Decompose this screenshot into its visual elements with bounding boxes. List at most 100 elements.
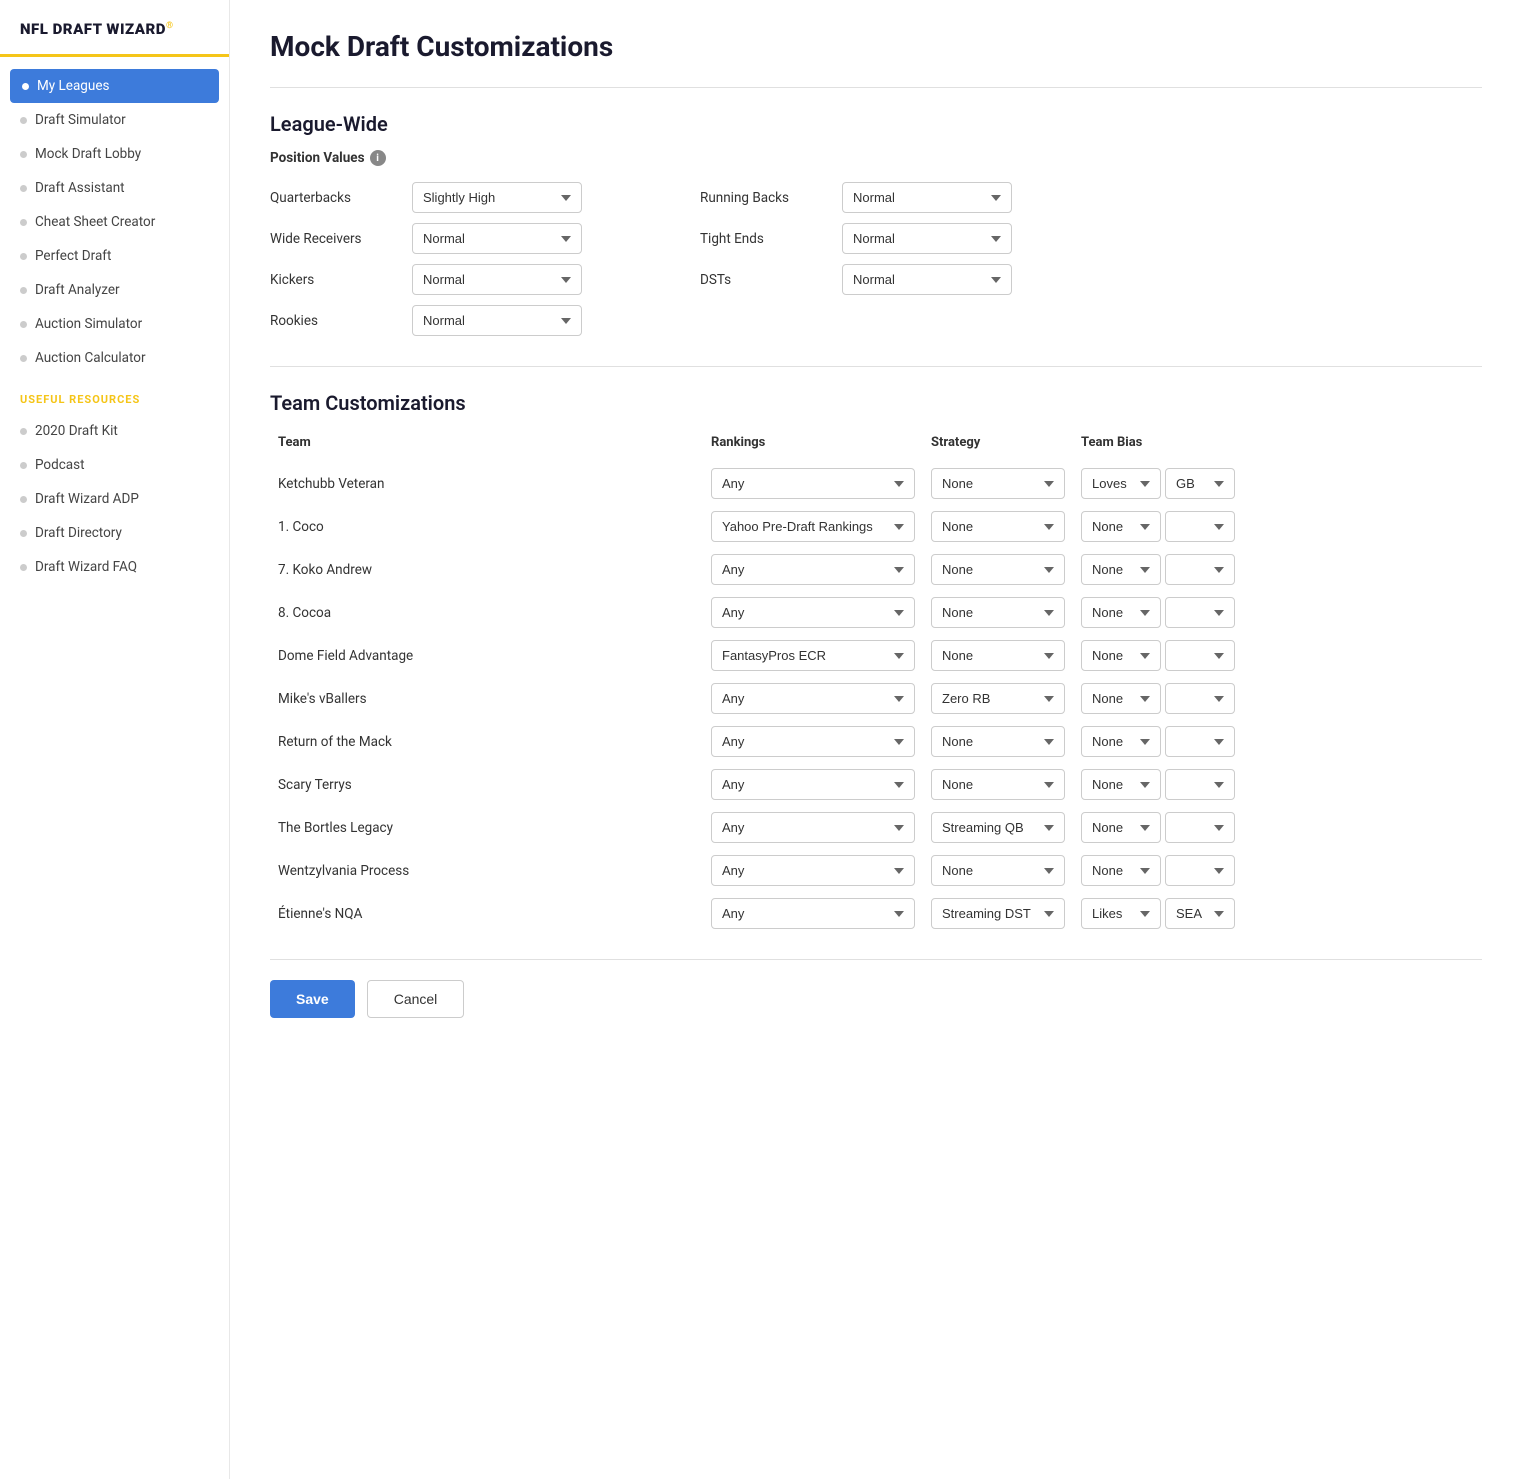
position-column-right: Running Backs Very LowLowSlightly LowNor… — [700, 182, 1070, 336]
rankings-select-9[interactable]: AnyYahoo Pre-Draft RankingsFantasyPros E… — [711, 855, 915, 886]
strategy-select-10[interactable]: NoneZero RBHero RBRobust RBStreaming QBS… — [931, 898, 1065, 929]
strategy-select-5[interactable]: NoneZero RBHero RBRobust RBStreaming QBS… — [931, 683, 1065, 714]
bias-loves-select-1[interactable]: NoneLovesLikesHates — [1081, 511, 1161, 542]
bias-cell-3: NoneLovesLikesHatesGBSEAKCSFDALNEBALBUFM… — [1073, 591, 1482, 634]
bias-pos-select-3[interactable]: GBSEAKCSFDALNEBALBUFMINLARNOTBPHICLECIND… — [1165, 597, 1235, 628]
rankings-select-6[interactable]: AnyYahoo Pre-Draft RankingsFantasyPros E… — [711, 726, 915, 757]
sidebar-item-mock-draft-lobby[interactable]: Mock Draft Lobby — [0, 137, 229, 171]
rankings-select-3[interactable]: AnyYahoo Pre-Draft RankingsFantasyPros E… — [711, 597, 915, 628]
strategy-select-3[interactable]: NoneZero RBHero RBRobust RBStreaming QBS… — [931, 597, 1065, 628]
sidebar-item-auction-calculator[interactable]: Auction Calculator — [0, 341, 229, 375]
bias-loves-select-8[interactable]: NoneLovesLikesHates — [1081, 812, 1161, 843]
bias-pos-select-10[interactable]: GBSEAKCSFDALNEBALBUFMINLARNOTBPHICLECIND… — [1165, 898, 1235, 929]
sidebar-item-cheat-sheet-creator[interactable]: Cheat Sheet Creator — [0, 205, 229, 239]
col-strategy: Strategy — [923, 429, 1073, 462]
bias-pos-select-6[interactable]: GBSEAKCSFDALNEBALBUFMINLARNOTBPHICLECIND… — [1165, 726, 1235, 757]
strategy-cell-7: NoneZero RBHero RBRobust RBStreaming QBS… — [923, 763, 1073, 806]
save-button[interactable]: Save — [270, 980, 355, 1018]
strategy-select-2[interactable]: NoneZero RBHero RBRobust RBStreaming QBS… — [931, 554, 1065, 585]
bias-pos-select-0[interactable]: GBSEAKCSFDALNEBALBUFMINLARNOTBPHICLECIND… — [1165, 468, 1235, 499]
position-row-te: Tight Ends Very LowLowSlightly LowNormal… — [700, 223, 1070, 254]
team-customizations-section: Team Customizations Team Rankings Strate… — [270, 391, 1482, 935]
dot-icon — [20, 253, 27, 260]
bias-pos-select-2[interactable]: GBSEAKCSFDALNEBALBUFMINLARNOTBPHICLECIND… — [1165, 554, 1235, 585]
bias-pos-select-1[interactable]: GBSEAKCSFDALNEBALBUFMINLARNOTBPHICLECIND… — [1165, 511, 1235, 542]
logo-text: NFL DRAFT WIZARD® — [20, 20, 174, 38]
bias-pos-select-5[interactable]: GBSEAKCSFDALNEBALBUFMINLARNOTBPHICLECIND… — [1165, 683, 1235, 714]
bias-loves-select-10[interactable]: NoneLovesLikesHates — [1081, 898, 1161, 929]
wr-label: Wide Receivers — [270, 231, 400, 247]
bias-loves-select-4[interactable]: NoneLovesLikesHates — [1081, 640, 1161, 671]
rankings-select-10[interactable]: AnyYahoo Pre-Draft RankingsFantasyPros E… — [711, 898, 915, 929]
rankings-select-4[interactable]: AnyYahoo Pre-Draft RankingsFantasyPros E… — [711, 640, 915, 671]
bias-loves-select-5[interactable]: NoneLovesLikesHates — [1081, 683, 1161, 714]
strategy-select-1[interactable]: NoneZero RBHero RBRobust RBStreaming QBS… — [931, 511, 1065, 542]
rankings-select-1[interactable]: AnyYahoo Pre-Draft RankingsFantasyPros E… — [711, 511, 915, 542]
strategy-select-0[interactable]: NoneZero RBHero RBRobust RBStreaming QBS… — [931, 468, 1065, 499]
strategy-cell-10: NoneZero RBHero RBRobust RBStreaming QBS… — [923, 892, 1073, 935]
rankings-select-0[interactable]: AnyYahoo Pre-Draft RankingsFantasyPros E… — [711, 468, 915, 499]
bias-pos-select-7[interactable]: GBSEAKCSFDALNEBALBUFMINLARNOTBPHICLECIND… — [1165, 769, 1235, 800]
info-icon[interactable]: i — [370, 150, 386, 166]
rankings-cell-2: AnyYahoo Pre-Draft RankingsFantasyPros E… — [703, 548, 923, 591]
bias-cell-8: NoneLovesLikesHatesGBSEAKCSFDALNEBALBUFM… — [1073, 806, 1482, 849]
bias-pos-select-4[interactable]: GBSEAKCSFDALNEBALBUFMINLARNOTBPHICLECIND… — [1165, 640, 1235, 671]
dot-icon — [20, 151, 27, 158]
rookies-select[interactable]: Very LowLowSlightly LowNormalSlightly Hi… — [412, 305, 582, 336]
position-row-rookies: Rookies Very LowLowSlightly LowNormalSli… — [270, 305, 640, 336]
rookies-label: Rookies — [270, 313, 400, 329]
logo: NFL DRAFT WIZARD® — [0, 20, 229, 57]
team-table-body: Ketchubb VeteranAnyYahoo Pre-Draft Ranki… — [270, 462, 1482, 935]
league-wide-section: League-Wide Position Values i Quarterbac… — [270, 112, 1482, 336]
wr-select[interactable]: Very LowLowSlightly LowNormalSlightly Hi… — [412, 223, 582, 254]
dst-select[interactable]: Very LowLowSlightly LowNormalSlightly Hi… — [842, 264, 1012, 295]
strategy-select-9[interactable]: NoneZero RBHero RBRobust RBStreaming QBS… — [931, 855, 1065, 886]
position-row-qb: Quarterbacks Very LowLowSlightly LowNorm… — [270, 182, 640, 213]
sidebar-item-draft-assistant[interactable]: Draft Assistant — [0, 171, 229, 205]
sidebar-item-draft-simulator[interactable]: Draft Simulator — [0, 103, 229, 137]
rankings-select-7[interactable]: AnyYahoo Pre-Draft RankingsFantasyPros E… — [711, 769, 915, 800]
bias-div-10: NoneLovesLikesHatesGBSEAKCSFDALNEBALBUFM… — [1081, 898, 1474, 929]
strategy-cell-5: NoneZero RBHero RBRobust RBStreaming QBS… — [923, 677, 1073, 720]
rankings-select-2[interactable]: AnyYahoo Pre-Draft RankingsFantasyPros E… — [711, 554, 915, 585]
rb-select[interactable]: Very LowLowSlightly LowNormalSlightly Hi… — [842, 182, 1012, 213]
title-divider — [270, 87, 1482, 88]
sidebar-item-draft-wizard-adp[interactable]: Draft Wizard ADP — [0, 482, 229, 516]
strategy-select-8[interactable]: NoneZero RBHero RBRobust RBStreaming QBS… — [931, 812, 1065, 843]
te-select[interactable]: Very LowLowSlightly LowNormalSlightly Hi… — [842, 223, 1012, 254]
table-header-row: Team Rankings Strategy Team Bias — [270, 429, 1482, 462]
strategy-select-7[interactable]: NoneZero RBHero RBRobust RBStreaming QBS… — [931, 769, 1065, 800]
rankings-select-5[interactable]: AnyYahoo Pre-Draft RankingsFantasyPros E… — [711, 683, 915, 714]
sidebar-item-draft-analyzer[interactable]: Draft Analyzer — [0, 273, 229, 307]
team-name-4: Dome Field Advantage — [270, 634, 703, 677]
bias-loves-select-0[interactable]: NoneLovesLikesHates — [1081, 468, 1161, 499]
bias-pos-select-9[interactable]: GBSEAKCSFDALNEBALBUFMINLARNOTBPHICLECIND… — [1165, 855, 1235, 886]
sidebar-item-draft-directory[interactable]: Draft Directory — [0, 516, 229, 550]
rankings-cell-3: AnyYahoo Pre-Draft RankingsFantasyPros E… — [703, 591, 923, 634]
sidebar-item-2020-draft-kit[interactable]: 2020 Draft Kit — [0, 414, 229, 448]
table-row: Wentzylvania ProcessAnyYahoo Pre-Draft R… — [270, 849, 1482, 892]
sidebar-item-draft-wizard-faq[interactable]: Draft Wizard FAQ — [0, 550, 229, 584]
bias-pos-select-8[interactable]: GBSEAKCSFDALNEBALBUFMINLARNOTBPHICLECIND… — [1165, 812, 1235, 843]
cancel-button[interactable]: Cancel — [367, 980, 465, 1018]
dot-icon — [20, 219, 27, 226]
bias-loves-select-9[interactable]: NoneLovesLikesHates — [1081, 855, 1161, 886]
strategy-select-4[interactable]: NoneZero RBHero RBRobust RBStreaming QBS… — [931, 640, 1065, 671]
bias-loves-select-2[interactable]: NoneLovesLikesHates — [1081, 554, 1161, 585]
strategy-select-6[interactable]: NoneZero RBHero RBRobust RBStreaming QBS… — [931, 726, 1065, 757]
rankings-cell-9: AnyYahoo Pre-Draft RankingsFantasyPros E… — [703, 849, 923, 892]
qb-select[interactable]: Very LowLowSlightly LowNormalSlightly Hi… — [412, 182, 582, 213]
bias-loves-select-6[interactable]: NoneLovesLikesHates — [1081, 726, 1161, 757]
k-select[interactable]: Very LowLowSlightly LowNormalSlightly Hi… — [412, 264, 582, 295]
sidebar-item-perfect-draft[interactable]: Perfect Draft — [0, 239, 229, 273]
k-label: Kickers — [270, 272, 400, 288]
strategy-cell-2: NoneZero RBHero RBRobust RBStreaming QBS… — [923, 548, 1073, 591]
team-name-7: Scary Terrys — [270, 763, 703, 806]
strategy-cell-0: NoneZero RBHero RBRobust RBStreaming QBS… — [923, 462, 1073, 505]
sidebar-item-auction-simulator[interactable]: Auction Simulator — [0, 307, 229, 341]
sidebar-item-podcast[interactable]: Podcast — [0, 448, 229, 482]
bias-loves-select-7[interactable]: NoneLovesLikesHates — [1081, 769, 1161, 800]
rankings-select-8[interactable]: AnyYahoo Pre-Draft RankingsFantasyPros E… — [711, 812, 915, 843]
sidebar-item-my-leagues[interactable]: My Leagues — [10, 69, 219, 103]
bias-loves-select-3[interactable]: NoneLovesLikesHates — [1081, 597, 1161, 628]
